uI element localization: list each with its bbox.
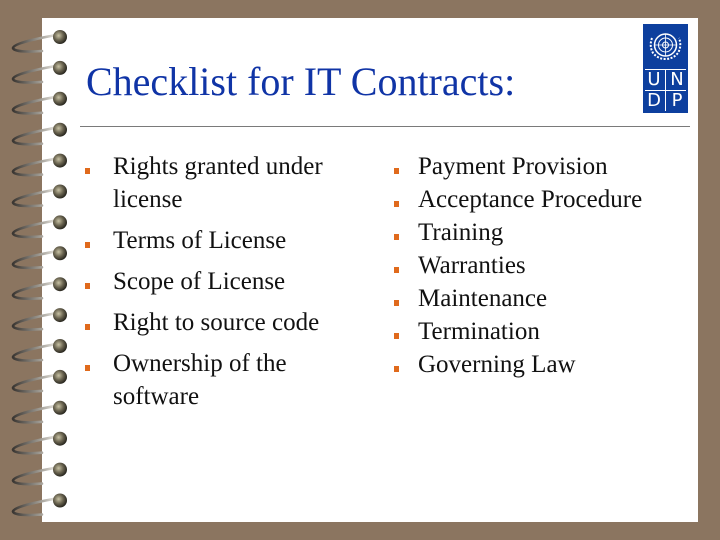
spiral-ring xyxy=(11,184,67,208)
logo-divider xyxy=(665,70,666,111)
ring-hole xyxy=(53,91,67,106)
logo-letter: D xyxy=(647,90,661,111)
list-item: Payment Provision xyxy=(394,150,708,183)
spiral-ring xyxy=(11,60,67,84)
spiral-ring xyxy=(11,493,67,517)
logo-letter: N xyxy=(670,69,684,90)
ring-wire xyxy=(11,188,58,208)
bullet-icon xyxy=(85,324,90,330)
undp-logo: U N D P xyxy=(643,24,688,113)
spiral-ring xyxy=(11,431,67,455)
ring-hole xyxy=(53,30,67,44)
ring-hole xyxy=(53,277,67,292)
ring-wire xyxy=(11,126,58,146)
spiral-ring xyxy=(11,30,67,53)
ring-hole xyxy=(53,308,67,323)
logo-letter: U xyxy=(647,69,661,90)
un-emblem-icon xyxy=(649,33,682,61)
ring-wire xyxy=(11,33,58,53)
logo-letter: P xyxy=(671,90,683,111)
ring-hole xyxy=(53,215,67,230)
spiral-binding xyxy=(11,30,67,517)
list-item: Ownership of the software xyxy=(85,347,363,413)
right-checklist: Payment Provision Acceptance Procedure T… xyxy=(394,150,708,381)
ring-hole xyxy=(53,122,67,137)
slide-title: Checklist for IT Contracts: xyxy=(86,59,516,104)
spiral-ring xyxy=(11,215,67,239)
ring-wire xyxy=(11,250,58,270)
ring-wire xyxy=(11,373,58,393)
spiral-ring xyxy=(11,339,67,362)
ring-wire xyxy=(11,64,58,84)
list-item: Terms of License xyxy=(85,224,363,257)
spiral-ring xyxy=(11,153,67,177)
ring-hole xyxy=(53,153,67,168)
list-item: Warranties xyxy=(394,249,708,282)
spiral-ring xyxy=(11,369,67,393)
ring-hole xyxy=(53,246,67,261)
ring-wire xyxy=(11,95,58,115)
ring-hole xyxy=(53,369,67,384)
bullet-icon xyxy=(394,168,399,174)
bullet-icon xyxy=(85,168,90,174)
spiral-ring xyxy=(11,308,67,331)
ring-wire xyxy=(11,404,58,424)
list-item: Training xyxy=(394,216,708,249)
spiral-ring xyxy=(11,246,67,270)
ring-wire xyxy=(11,157,58,177)
spiral-ring xyxy=(11,400,67,424)
ring-wire xyxy=(11,311,58,331)
spiral-ring xyxy=(11,462,67,486)
ring-hole xyxy=(53,462,67,477)
ring-hole xyxy=(53,493,67,508)
bullet-icon xyxy=(394,267,399,273)
ring-hole xyxy=(53,431,67,446)
ring-wire xyxy=(11,466,58,486)
bullet-icon xyxy=(394,234,399,240)
spiral-ring xyxy=(11,277,67,301)
ring-hole xyxy=(53,60,67,75)
spiral-ring xyxy=(11,122,67,146)
list-item: Rights granted under license xyxy=(85,150,363,216)
bullet-icon xyxy=(394,366,399,372)
ring-hole xyxy=(53,184,67,199)
bullet-icon xyxy=(85,365,90,371)
ring-wire xyxy=(11,342,58,362)
ring-hole xyxy=(53,339,67,353)
ring-wire xyxy=(11,435,58,455)
bullet-icon xyxy=(85,242,90,248)
spiral-ring xyxy=(11,91,67,115)
bullet-icon xyxy=(394,333,399,339)
list-item: Right to source code xyxy=(85,306,363,339)
list-item: Scope of License xyxy=(85,265,363,298)
left-checklist: Rights granted under license Terms of Li… xyxy=(85,150,363,421)
bullet-icon xyxy=(394,300,399,306)
bullet-icon xyxy=(394,201,399,207)
list-item: Maintenance xyxy=(394,282,708,315)
ring-wire xyxy=(11,219,58,239)
ring-wire xyxy=(11,497,58,517)
list-item: Acceptance Procedure xyxy=(394,183,708,216)
list-item: Governing Law xyxy=(394,348,708,381)
title-divider xyxy=(80,126,690,127)
list-item: Termination xyxy=(394,315,708,348)
ring-hole xyxy=(53,400,67,415)
ring-wire xyxy=(11,280,58,301)
bullet-icon xyxy=(85,283,90,289)
